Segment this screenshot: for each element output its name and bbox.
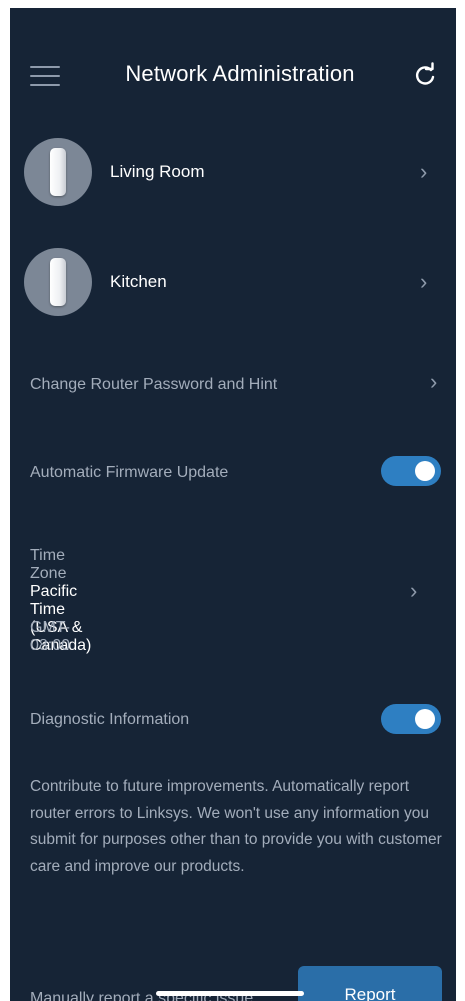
toggle-knob xyxy=(415,461,435,481)
time-zone-label: Time Zone xyxy=(30,547,67,582)
node-label: Living Room xyxy=(110,162,205,181)
node-row-kitchen[interactable]: Kitchen › xyxy=(10,242,456,322)
time-zone-offset: GMT-08:00 xyxy=(30,619,71,654)
page-title: Network Administration xyxy=(125,61,355,86)
diagnostic-info-label: Diagnostic Information xyxy=(30,711,190,728)
diagnostic-info-toggle[interactable] xyxy=(381,704,441,734)
router-node-icon xyxy=(24,138,92,206)
home-indicator xyxy=(156,991,304,996)
change-router-password-label: Change Router Password and Hint xyxy=(30,376,278,393)
node-row-living-room[interactable]: Living Room › xyxy=(10,132,456,212)
change-router-password-row[interactable]: Change Router Password and Hint › xyxy=(10,360,456,410)
chevron-right-icon: › xyxy=(420,159,428,184)
chevron-right-icon: › xyxy=(420,269,428,294)
firmware-update-toggle[interactable] xyxy=(381,456,441,486)
header: Network Administration xyxy=(10,8,456,138)
diagnostic-description: Contribute to future improvements. Autom… xyxy=(30,778,442,875)
node-label: Kitchen xyxy=(110,272,167,291)
hamburger-menu-icon[interactable] xyxy=(30,66,60,88)
firmware-update-label: Automatic Firmware Update xyxy=(30,464,229,481)
chevron-right-icon: › xyxy=(430,369,438,394)
refresh-icon[interactable] xyxy=(412,62,438,88)
chevron-right-icon: › xyxy=(410,578,418,603)
app-screen: Network Administration Living Room › Kit… xyxy=(10,8,456,1001)
report-button[interactable]: Report xyxy=(298,966,442,1001)
router-node-icon xyxy=(24,248,92,316)
toggle-knob xyxy=(415,709,435,729)
